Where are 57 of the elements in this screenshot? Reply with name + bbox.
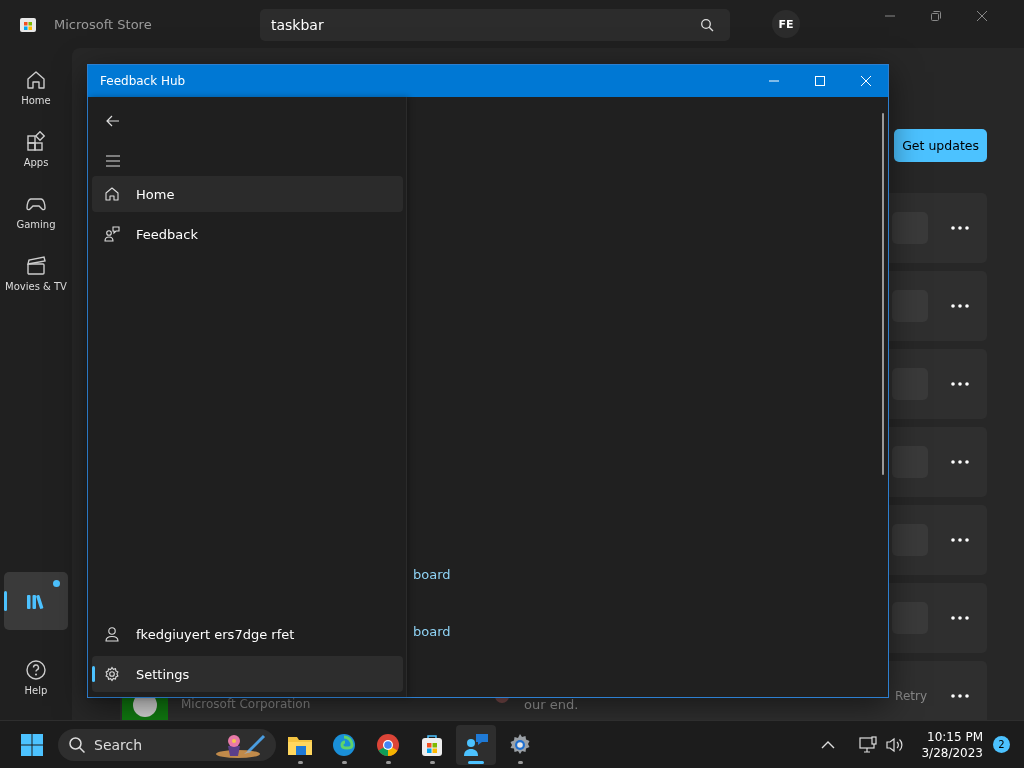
help-item[interactable]: Help (1, 648, 71, 706)
person-icon (104, 626, 120, 642)
clapperboard-icon (25, 254, 47, 277)
nav-item[interactable]: Gaming (1, 182, 71, 240)
publisher-text: Microsoft Corporation (181, 697, 311, 711)
home-icon (25, 68, 47, 91)
network-icon (859, 735, 880, 754)
query-field[interactable]: taskbar (260, 8, 730, 41)
menu-icon[interactable] (105, 153, 121, 169)
nav-item[interactable]: Apps (1, 120, 71, 178)
feedback-hub-icon (463, 732, 489, 757)
get-updates-button[interactable]: Get updates (894, 129, 987, 162)
apps-icon (25, 130, 47, 153)
clock-date[interactable]: 3/28/2023 (921, 744, 983, 761)
chevron-up-icon[interactable] (821, 739, 836, 750)
search-field[interactable]: Search (58, 728, 276, 761)
more-icon[interactable] (951, 538, 969, 542)
nav-item[interactable]: Feedback (92, 216, 403, 252)
more-icon[interactable] (951, 304, 969, 308)
nav-item[interactable]: fkedgiuyert ers7dge rfet (92, 616, 403, 652)
nav-item[interactable]: Home (92, 176, 403, 212)
search-icon (68, 735, 86, 754)
notification-dot (53, 580, 60, 587)
status-message: our end. (524, 697, 579, 712)
retry-button[interactable]: Retry (895, 689, 927, 703)
help-icon (25, 658, 47, 681)
store-logo-icon (19, 15, 37, 33)
notification-badge[interactable]: 2 (993, 736, 1010, 753)
more-icon[interactable] (951, 694, 969, 698)
back-icon[interactable] (105, 113, 121, 129)
store-icon (420, 732, 444, 757)
chrome-icon (376, 732, 400, 757)
start-icon[interactable] (20, 732, 44, 757)
nav-item[interactable]: Home (1, 58, 71, 116)
feedback-icon (104, 226, 120, 242)
app-title: Microsoft Store (54, 16, 153, 32)
account-avatar[interactable]: FE (772, 10, 800, 38)
settings-icon (104, 666, 120, 682)
library-button[interactable] (4, 572, 68, 630)
taskbar-app[interactable] (456, 724, 496, 765)
more-icon[interactable] (951, 460, 969, 464)
window-title: Feedback Hub (100, 74, 187, 88)
search-icon[interactable] (700, 17, 714, 32)
link[interactable]: board (413, 567, 451, 582)
nav-item[interactable]: Settings (92, 656, 403, 692)
more-icon[interactable] (951, 226, 969, 230)
clock-time[interactable]: 10:15 PM (927, 728, 983, 745)
maximize-icon[interactable] (814, 75, 826, 87)
nav-item[interactable]: Movies & TV (1, 244, 71, 302)
close-icon[interactable] (976, 10, 988, 22)
home-icon (104, 186, 120, 202)
scrollbar[interactable] (882, 113, 884, 475)
edge-icon (332, 732, 356, 757)
more-icon[interactable] (951, 382, 969, 386)
restore-icon[interactable] (930, 10, 942, 22)
more-icon[interactable] (951, 616, 969, 620)
link[interactable]: board (413, 624, 451, 639)
